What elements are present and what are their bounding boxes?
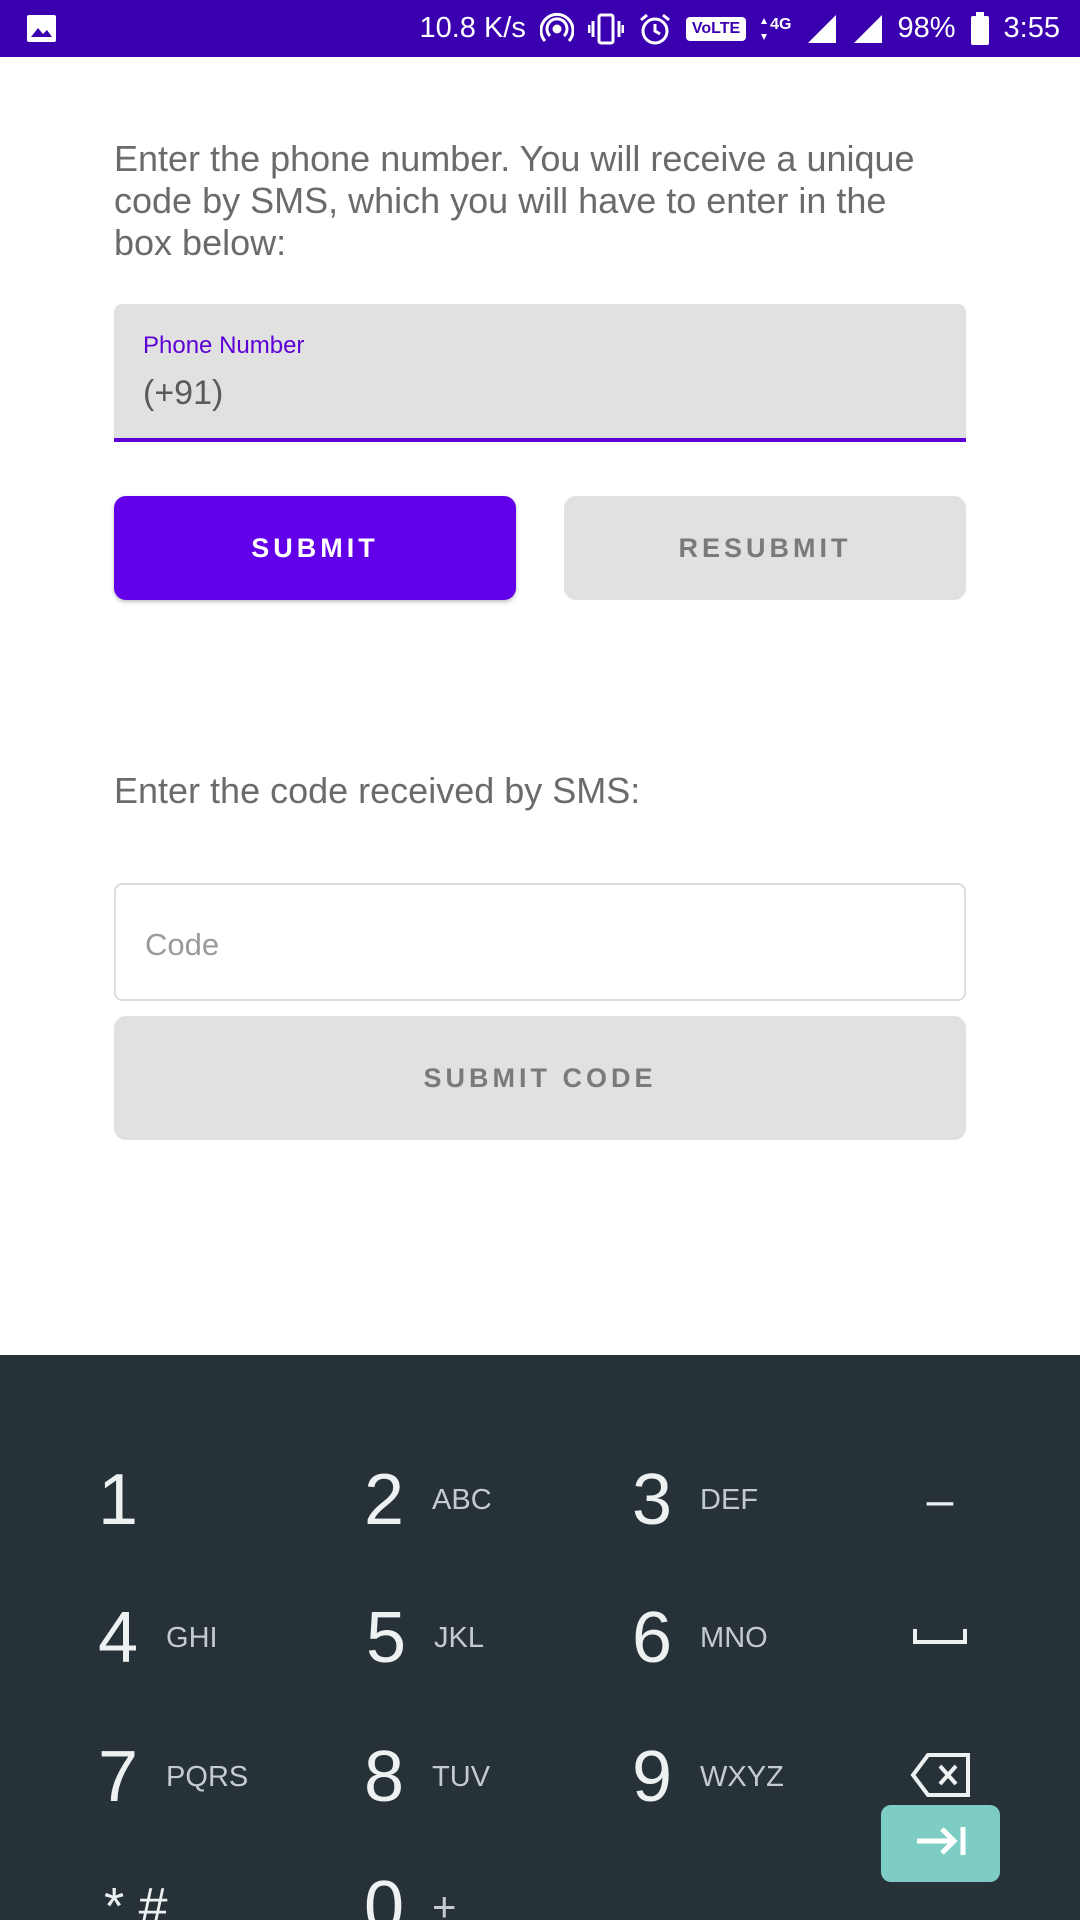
key-digit: 7 bbox=[98, 1737, 139, 1817]
key-0[interactable]: 0 + bbox=[364, 1847, 457, 1920]
vibrate-icon bbox=[587, 13, 624, 45]
key-6[interactable]: 6 MNO bbox=[632, 1578, 768, 1698]
data-arrows-icon: 4G bbox=[760, 15, 792, 42]
key-2[interactable]: 2 ABC bbox=[364, 1440, 492, 1560]
numeric-keyboard: 1 2 ABC 3 DEF – 4 GHI 5 JKL 6 MNO 7 PQRS… bbox=[0, 1355, 1080, 1920]
signal-icon bbox=[852, 13, 884, 45]
phone-number-value[interactable]: (+91) bbox=[143, 374, 223, 413]
status-bar: 10.8 K/s VoLTE 4G 98% 3:55 bbox=[0, 0, 1080, 57]
key-digit: 9 bbox=[632, 1737, 673, 1817]
key-digit: 4 bbox=[98, 1598, 139, 1678]
code-placeholder: Code bbox=[145, 927, 220, 962]
signal-icon bbox=[806, 13, 838, 45]
key-digit: 1 bbox=[98, 1460, 139, 1540]
key-7[interactable]: 7 PQRS bbox=[98, 1717, 248, 1837]
clock: 3:55 bbox=[1003, 12, 1060, 44]
key-digit: – bbox=[926, 1473, 954, 1527]
key-letters: DEF bbox=[700, 1483, 759, 1516]
phone-instructions: Enter the phone number. You will receive… bbox=[114, 138, 915, 263]
key-dash[interactable]: – bbox=[900, 1440, 980, 1560]
key-digit: 8 bbox=[364, 1737, 405, 1817]
key-period[interactable]: . bbox=[650, 1847, 692, 1920]
key-letters: GHI bbox=[166, 1621, 218, 1654]
key-digit: 5 bbox=[366, 1598, 407, 1678]
key-space[interactable] bbox=[905, 1578, 975, 1698]
key-8[interactable]: 8 TUV bbox=[364, 1717, 490, 1837]
phone-number-field[interactable]: Phone Number (+91) bbox=[114, 304, 966, 442]
submit-button[interactable]: SUBMIT bbox=[114, 496, 516, 600]
key-digit: 3 bbox=[632, 1460, 673, 1540]
backspace-icon bbox=[910, 1752, 972, 1803]
key-letters: + bbox=[432, 1883, 457, 1920]
key-letters: WXYZ bbox=[700, 1760, 784, 1793]
image-icon bbox=[26, 14, 57, 43]
code-prompt: Enter the code received by SMS: bbox=[114, 770, 641, 811]
key-letters: JKL bbox=[434, 1621, 485, 1654]
network-type: 4G bbox=[770, 15, 792, 33]
key-letters: PQRS bbox=[166, 1760, 249, 1793]
submit-code-button[interactable]: SUBMIT CODE bbox=[114, 1016, 966, 1140]
tab-next-icon bbox=[914, 1824, 968, 1863]
volte-icon: VoLTE bbox=[685, 16, 747, 41]
code-input[interactable]: Code bbox=[114, 883, 966, 1001]
hotspot-icon bbox=[539, 12, 574, 46]
key-digit: . bbox=[663, 1875, 679, 1920]
key-digit: 6 bbox=[632, 1598, 673, 1678]
phone-number-label: Phone Number bbox=[143, 332, 305, 359]
key-letters: ABC bbox=[432, 1483, 492, 1516]
next-key[interactable] bbox=[881, 1805, 1000, 1882]
network-speed: 10.8 K/s bbox=[419, 12, 526, 44]
key-letters: TUV bbox=[432, 1760, 491, 1793]
key-3[interactable]: 3 DEF bbox=[632, 1440, 758, 1560]
key-digit: 2 bbox=[364, 1460, 405, 1540]
key-5[interactable]: 5 JKL bbox=[366, 1578, 484, 1698]
key-1[interactable]: 1 bbox=[98, 1440, 138, 1560]
key-letters: MNO bbox=[700, 1621, 768, 1654]
key-digit: * # bbox=[104, 1878, 168, 1920]
resubmit-button[interactable]: RESUBMIT bbox=[564, 496, 966, 600]
key-digit: 0 bbox=[364, 1867, 405, 1920]
key-star-hash[interactable]: * # bbox=[104, 1847, 168, 1920]
battery-percent: 98% bbox=[897, 12, 956, 44]
space-icon bbox=[912, 1626, 968, 1651]
alarm-icon bbox=[638, 12, 672, 46]
key-9[interactable]: 9 WXYZ bbox=[632, 1717, 784, 1837]
key-4[interactable]: 4 GHI bbox=[98, 1578, 218, 1698]
battery-icon bbox=[970, 11, 990, 46]
